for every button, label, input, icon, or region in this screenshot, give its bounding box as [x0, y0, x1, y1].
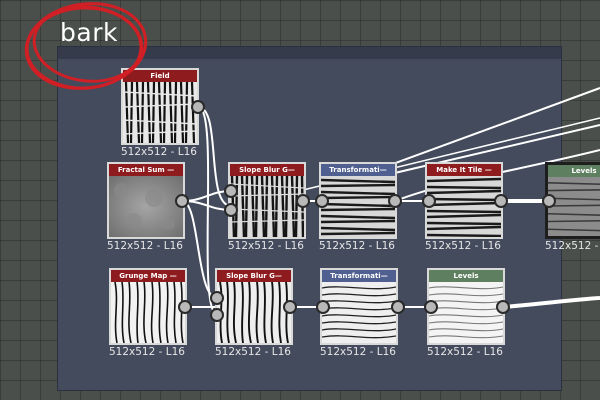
port-fractal-sum-output[interactable] — [175, 194, 189, 208]
port-grunge-map-output[interactable] — [178, 300, 192, 314]
port-slope-blur-1-input-a[interactable] — [224, 184, 238, 198]
node-size-label: 512x512 - L16 — [425, 240, 501, 252]
node-transformation-1[interactable]: Transformati— — [319, 162, 397, 239]
node-fractal-sum[interactable]: Fractal Sum — — [107, 162, 185, 239]
node-make-it-tile[interactable]: Make It Tile — — [425, 162, 503, 239]
node-thumbnail — [321, 176, 395, 237]
node-thumbnail — [429, 282, 503, 343]
node-thumbnail — [109, 176, 183, 237]
port-levels-1-input[interactable] — [542, 194, 556, 208]
port-slope-blur-1-input-b[interactable] — [224, 203, 238, 217]
node-thumbnail — [548, 177, 600, 236]
wire-levels-2-offscreen — [502, 296, 600, 309]
port-transformation-1-input[interactable] — [315, 194, 329, 208]
node-title: Levels — [548, 165, 600, 177]
port-fbm-output[interactable] — [191, 100, 205, 114]
node-grunge-map[interactable]: Grunge Map — — [109, 268, 187, 345]
node-title: Levels — [429, 270, 503, 282]
node-levels-2[interactable]: Levels — [427, 268, 505, 345]
node-title: Transformati— — [321, 164, 395, 176]
port-slope-blur-2-input-a[interactable] — [210, 291, 224, 305]
port-transformation-1-output[interactable] — [388, 194, 402, 208]
port-levels-2-output[interactable] — [496, 300, 510, 314]
port-slope-blur-1-output[interactable] — [296, 194, 310, 208]
port-slope-blur-2-input-b[interactable] — [210, 308, 224, 322]
node-size-label: 512x512 - L16 — [109, 346, 185, 358]
node-title: Field — [123, 70, 197, 82]
node-thumbnail — [217, 282, 291, 343]
node-slope-blur-1[interactable]: Slope Blur G— — [228, 162, 306, 239]
port-transformation-2-input[interactable] — [316, 300, 330, 314]
port-make-it-tile-output[interactable] — [494, 194, 508, 208]
node-thumbnail — [322, 282, 396, 343]
node-title: Make It Tile — — [427, 164, 501, 176]
node-transformation-2[interactable]: Transformati— — [320, 268, 398, 345]
node-slope-blur-2[interactable]: Slope Blur G— — [215, 268, 293, 345]
node-size-label: 512x512 - L16 — [320, 346, 396, 358]
node-thumbnail — [230, 176, 304, 237]
node-size-label: 512x512 - L16 — [319, 240, 395, 252]
port-make-it-tile-input[interactable] — [422, 194, 436, 208]
node-size-label: 512x512 - L16 — [121, 146, 197, 158]
node-thumbnail — [111, 282, 185, 343]
node-title: Slope Blur G— — [217, 270, 291, 282]
node-fbm[interactable]: Field — [121, 68, 199, 145]
port-levels-2-input[interactable] — [424, 300, 438, 314]
node-title: Slope Blur G— — [230, 164, 304, 176]
wire-fractal-to-slope-blur-2 — [181, 200, 218, 299]
node-title: Grunge Map — — [111, 270, 185, 282]
node-size-label: 512x512 - L16 — [107, 240, 183, 252]
node-thumbnail — [427, 176, 501, 237]
node-size-label: 512x512 - L16 — [215, 346, 291, 358]
node-thumbnail — [123, 82, 197, 143]
node-size-label: 512x512 - L16 — [427, 346, 503, 358]
port-transformation-2-output[interactable] — [391, 300, 405, 314]
node-size-label: 512x512 - L16 — [545, 240, 600, 252]
node-size-label: 512x512 - L16 — [228, 240, 304, 252]
node-title: Fractal Sum — — [109, 164, 183, 176]
port-slope-blur-2-output[interactable] — [283, 300, 297, 314]
node-title: Transformati— — [322, 270, 396, 282]
